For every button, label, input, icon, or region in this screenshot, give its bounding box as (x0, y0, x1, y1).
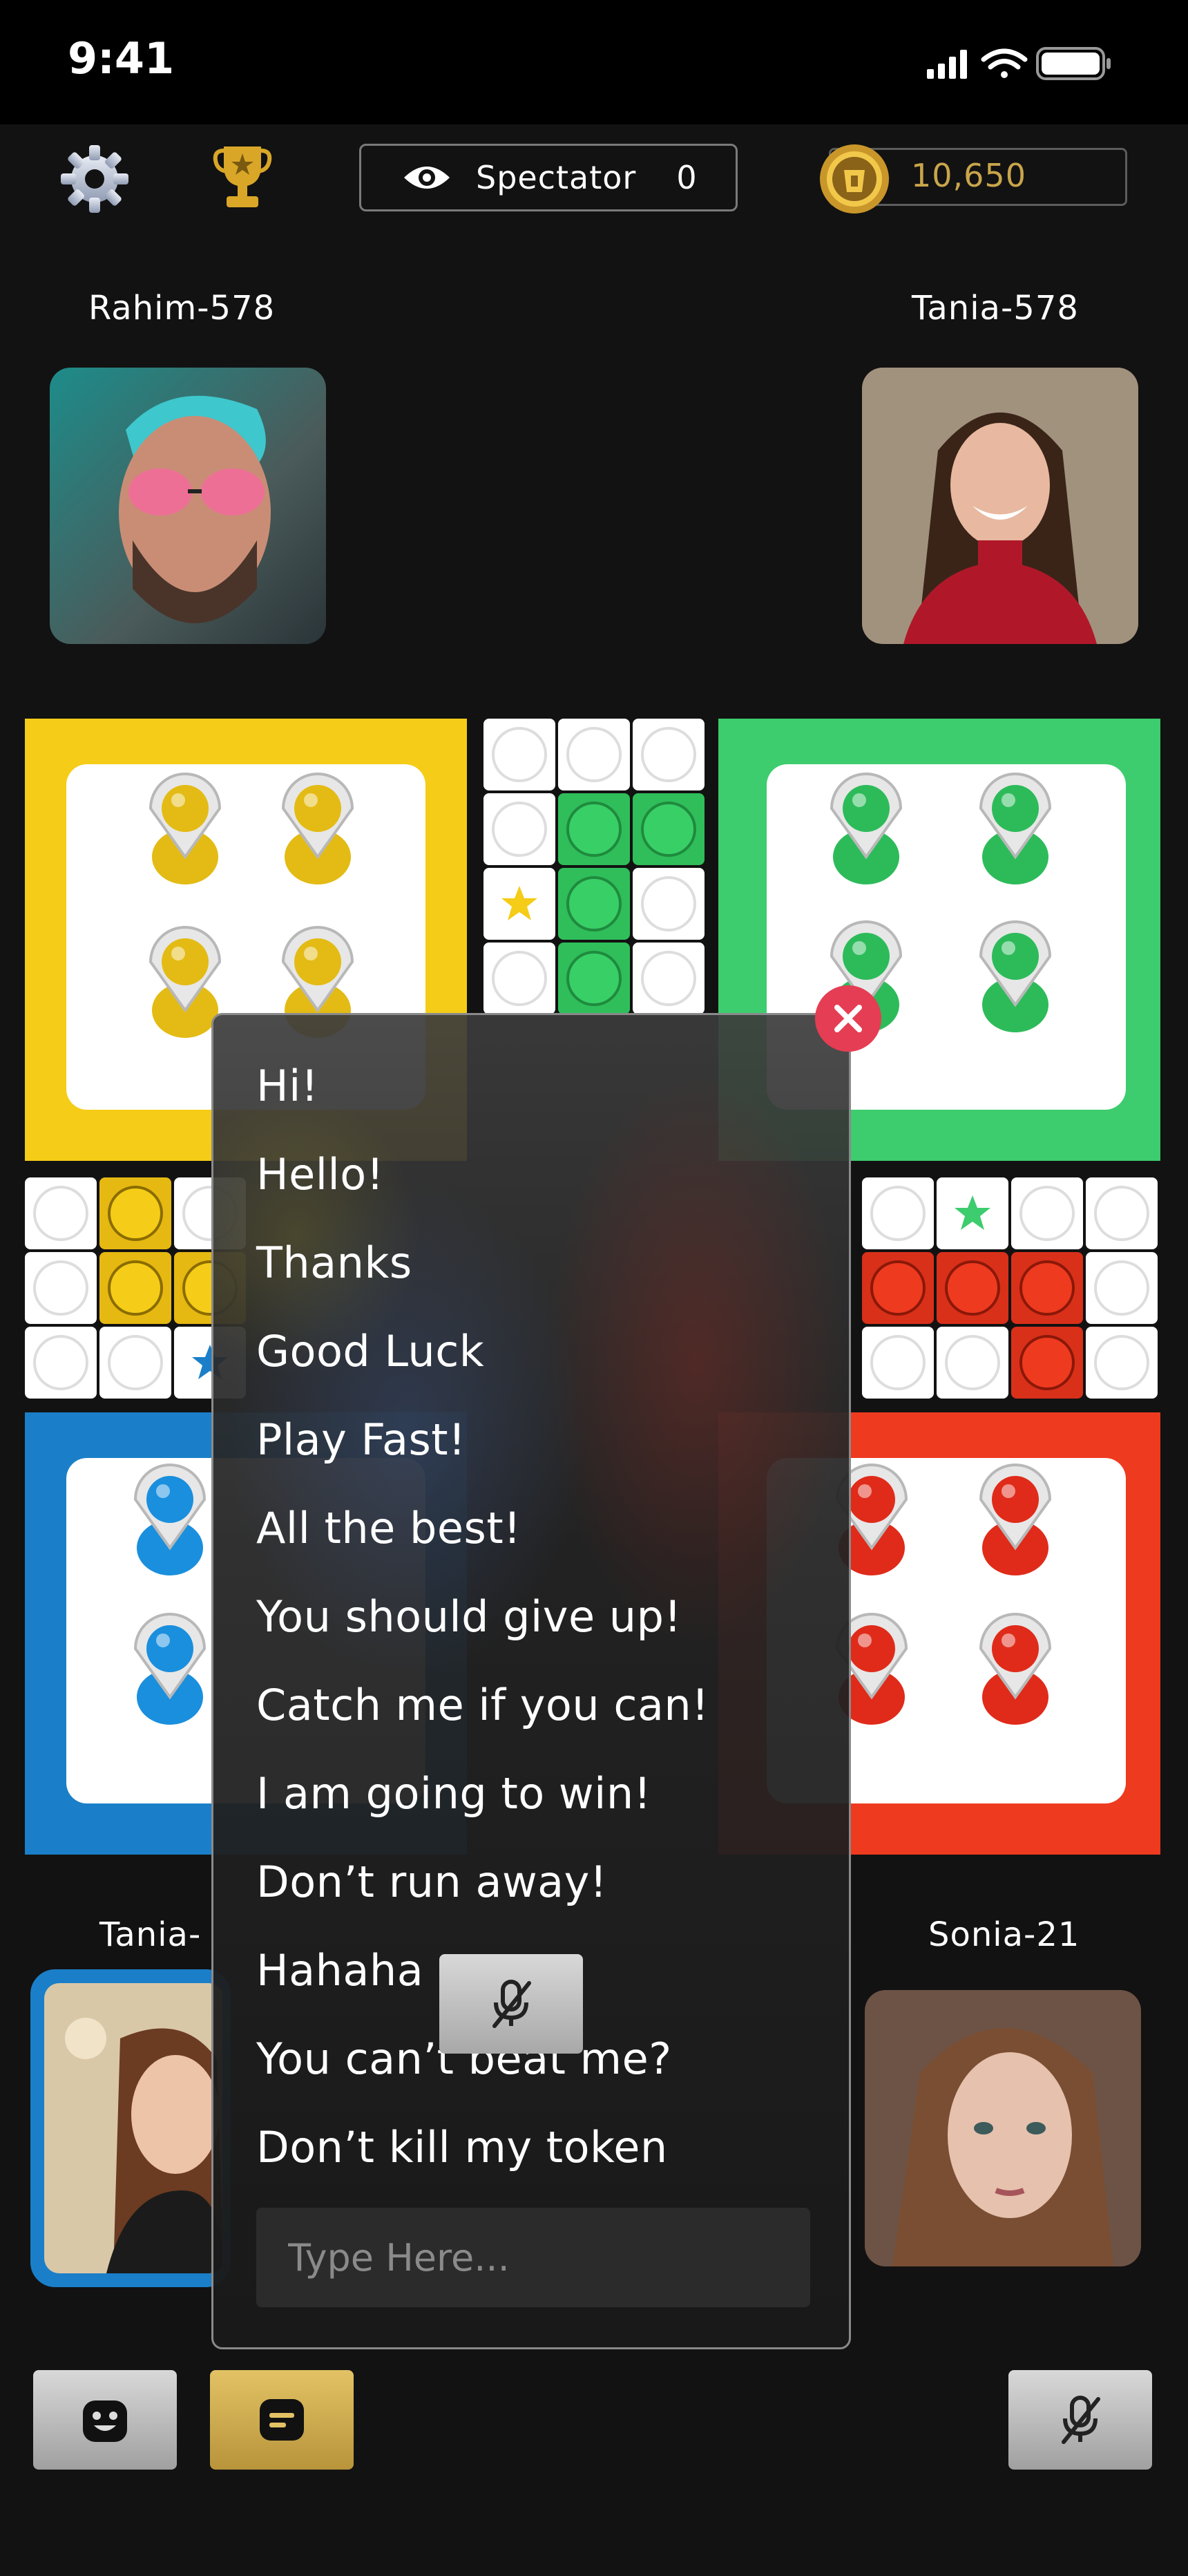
mic-off-icon (1062, 2396, 1100, 2444)
token-blue (134, 1465, 206, 1578)
token-yellow (149, 927, 221, 1041)
spectator-count: 0 (676, 159, 697, 196)
chat-icon (260, 2399, 304, 2441)
close-icon (834, 1005, 862, 1032)
quick-message[interactable]: Don’t run away! (256, 1857, 607, 1907)
chat-input[interactable] (256, 2208, 810, 2307)
emoji-button[interactable] (33, 2370, 177, 2470)
quick-message[interactable]: Good Luck (256, 1326, 484, 1376)
token-green (979, 774, 1051, 887)
quick-message[interactable]: Hi! (256, 1061, 318, 1111)
quick-message[interactable]: You should give up! (256, 1591, 682, 1642)
top-bar: Spectator 0 10,650 (0, 124, 1188, 249)
wifi-icon (981, 48, 1028, 78)
mute-button[interactable] (1008, 2370, 1152, 2470)
token-red (979, 1465, 1051, 1578)
quick-message[interactable]: All the best! (256, 1503, 521, 1553)
token-red (979, 1614, 1051, 1727)
quick-message[interactable]: Hello! (256, 1149, 384, 1200)
token-yellow (149, 774, 221, 887)
player-name-bottom-left: Tania- (99, 1915, 202, 1954)
status-bar: 9:41 (0, 0, 1188, 124)
player-name-top-left: Rahim-578 (88, 289, 276, 328)
avatar-top-right[interactable] (862, 368, 1138, 644)
quick-message[interactable]: Don’t kill my token (256, 2122, 668, 2172)
quick-message[interactable]: Catch me if you can! (256, 1680, 709, 1730)
token-green (979, 922, 1051, 1035)
battery-icon (1036, 47, 1111, 80)
spectator-box[interactable]: Spectator 0 (359, 144, 738, 211)
token-green (830, 774, 902, 887)
avatar-bottom-left-frame[interactable] (30, 1969, 231, 2287)
quick-chat-panel: Hi! Hello! Thanks Good Luck Play Fast! A… (211, 1013, 851, 2349)
player-name-bottom-right: Sonia-21 (928, 1915, 1080, 1954)
quick-message[interactable]: I am going to win! (256, 1768, 651, 1819)
avatar-bottom-left (44, 1983, 222, 2273)
spectator-label: Spectator (476, 159, 637, 196)
token-blue (134, 1614, 206, 1727)
status-time: 9:41 (68, 33, 175, 84)
quick-message[interactable]: Play Fast! (256, 1414, 466, 1465)
close-button[interactable] (815, 985, 881, 1052)
token-yellow (282, 774, 354, 887)
trophy-icon[interactable] (213, 142, 272, 211)
eye-icon (404, 167, 450, 189)
gear-icon[interactable] (57, 141, 133, 217)
status-icons (927, 47, 1111, 80)
avatar-top-left[interactable] (50, 368, 326, 644)
mic-off-icon (492, 1980, 531, 2028)
coin-value: 10,650 (911, 157, 1026, 194)
quick-message[interactable]: Thanks (256, 1238, 412, 1288)
avatar-bottom-right[interactable] (865, 1990, 1141, 2266)
coin-icon (820, 144, 889, 214)
emoji-icon (83, 2400, 127, 2442)
quick-message[interactable]: Hahaha (256, 1945, 423, 1996)
mic-toggle-floating[interactable] (439, 1954, 583, 2054)
chat-button[interactable] (210, 2370, 354, 2470)
player-name-top-right: Tania-578 (912, 289, 1079, 328)
signal-icon (927, 50, 967, 79)
